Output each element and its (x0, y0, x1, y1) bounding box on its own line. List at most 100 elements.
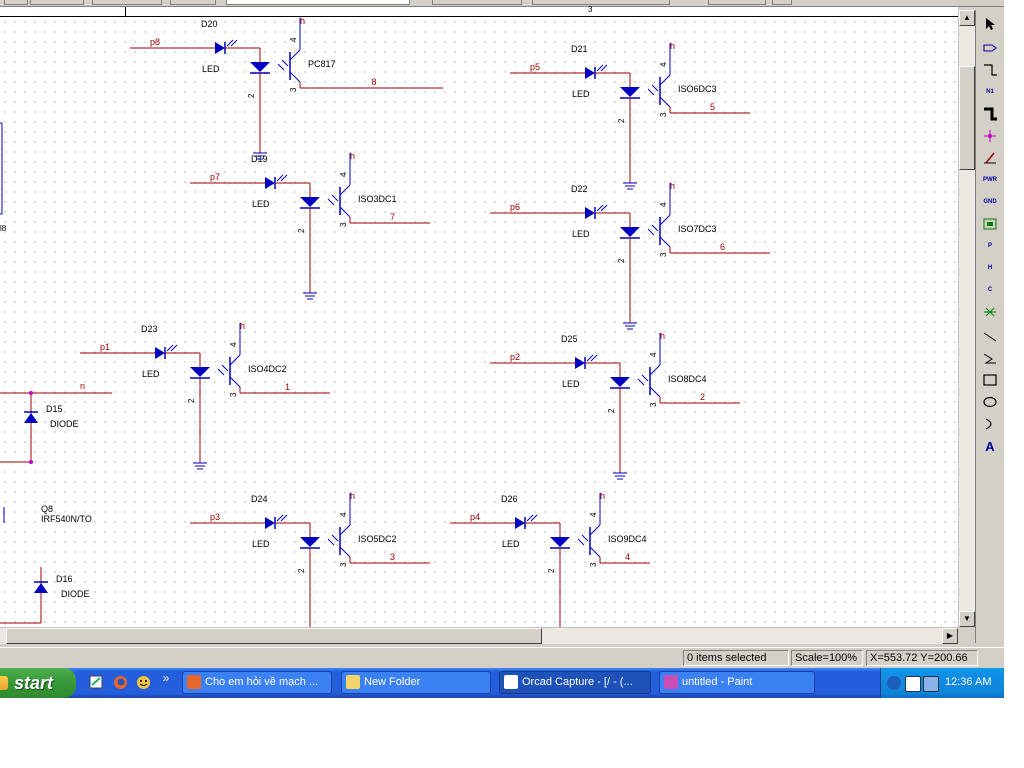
transistor-name: ISO5DC2 (358, 534, 397, 544)
vertical-scroll-thumb[interactable] (959, 66, 975, 170)
ground-symbol (623, 322, 637, 330)
place-line-icon[interactable] (979, 326, 1001, 346)
net-label-p7: p7 (210, 172, 220, 182)
schematic-canvas[interactable]: p8 D20 LED 2 h 4 3 8 PC817 p7 D19 LED 2 h 4 3 7 ISO3DC1 p1… (0, 17, 958, 627)
place-hierarchical-block-icon[interactable] (979, 214, 1001, 234)
place-ground-icon[interactable]: GND (979, 192, 1001, 212)
taskbar-button[interactable]: New Folder (341, 671, 491, 694)
photo-arrow (277, 63, 285, 71)
place-wire-icon[interactable] (979, 60, 1001, 80)
pin-number: 2 (297, 568, 306, 573)
toolbar-button[interactable] (532, 0, 670, 5)
messenger-icon[interactable] (135, 674, 151, 690)
pin-number: 4 (659, 202, 668, 207)
led-label: LED (572, 89, 590, 99)
place-ellipse-icon[interactable] (979, 392, 1001, 412)
taskbar: start » Cho em hỏi về mạch ... New Folder… (0, 668, 1004, 698)
taskbar-button[interactable]: Orcad Capture - [/ - (... (499, 671, 651, 694)
photo-arrow (327, 538, 335, 546)
quicklaunch-overflow-icon[interactable]: » (158, 670, 174, 686)
place-bus-entry-icon[interactable] (979, 148, 1001, 168)
start-button[interactable]: start (0, 668, 76, 698)
vertical-scrollbar[interactable]: ▲ ▼ (958, 10, 975, 627)
toolbar-button[interactable] (30, 0, 84, 5)
status-bar: 0 items selected Scale=100% X=553.72 Y=2… (0, 647, 1004, 668)
transistor-emitter (339, 546, 351, 558)
toolbar-button[interactable] (432, 0, 522, 5)
start-label: start (14, 672, 54, 693)
tool-label: PWR (983, 177, 997, 183)
toolbar-button[interactable] (772, 0, 792, 5)
net-label-n: n (80, 381, 85, 391)
place-off-page-connector-icon[interactable]: C (979, 280, 1001, 300)
rail-label: h (300, 17, 305, 26)
led-diode-symbol (265, 177, 275, 189)
part-combo[interactable] (226, 0, 410, 5)
firefox-icon[interactable] (112, 674, 128, 690)
output-net-label: 5 (710, 102, 715, 112)
place-polyline-icon[interactable] (979, 348, 1001, 368)
opto-led-symbol (300, 197, 320, 207)
place-no-connect-icon[interactable] (979, 302, 1001, 322)
photo-arrow (221, 364, 229, 372)
led-diode-symbol (515, 517, 525, 529)
select-tool-icon[interactable] (979, 14, 1001, 34)
rail-label: h (670, 41, 675, 51)
tray-collapse-icon[interactable] (887, 676, 901, 690)
place-junction-icon[interactable] (979, 126, 1001, 146)
led-label: LED (202, 64, 220, 74)
ground-symbol (623, 182, 637, 190)
pin-number: 2 (247, 93, 256, 98)
photo-arrow (577, 538, 585, 546)
place-pin-icon[interactable]: H (979, 258, 1001, 278)
scale-status: Scale=100% (791, 650, 863, 666)
place-rectangle-icon[interactable] (979, 370, 1001, 390)
led-ref: D26 (501, 494, 518, 504)
led-diode-symbol (265, 517, 275, 529)
led-diode-symbol (585, 67, 595, 79)
windows-logo-icon (0, 676, 8, 690)
transistor-emitter (659, 236, 671, 248)
led-label: LED (572, 229, 590, 239)
selection-status: 0 items selected (683, 650, 789, 666)
led-label: LED (142, 369, 160, 379)
toolbar-button[interactable] (4, 0, 28, 5)
opto-led-symbol (620, 227, 640, 237)
led-diode-symbol (215, 42, 225, 54)
net-label-p5: p5 (530, 62, 540, 72)
transistor-name: PC817 (308, 59, 336, 69)
show-desktop-icon[interactable] (88, 674, 104, 690)
power-stage: n D15 DIODE Q8IRF540N/TO D16 DIODE l8 (0, 122, 112, 624)
place-arc-icon[interactable] (979, 414, 1001, 434)
horizontal-scroll-thumb[interactable] (6, 628, 542, 644)
taskbar-button[interactable]: Cho em hỏi về mạch ... (182, 671, 332, 694)
diode-d16-value: DIODE (61, 589, 90, 599)
tray-app-icon[interactable] (905, 676, 921, 692)
led-label: LED (252, 199, 270, 209)
taskbar-button[interactable]: untitled - Paint (659, 671, 815, 694)
place-text-icon[interactable]: A (979, 436, 1001, 456)
output-net-label: 2 (700, 392, 705, 402)
network-icon[interactable] (923, 676, 939, 692)
place-power-icon[interactable]: PWR (979, 170, 1001, 190)
scroll-up-arrow[interactable]: ▲ (959, 10, 975, 26)
place-bus-icon[interactable] (979, 104, 1001, 124)
optocoupler-iso9dc4: p4 D26 LED 2 h 4 3 4 ISO9DC4 (450, 491, 650, 627)
toolbar-button[interactable] (708, 0, 766, 5)
transistor-collector (339, 524, 351, 536)
transistor-collector (229, 354, 241, 366)
toolbar-button[interactable] (170, 0, 216, 5)
led-diode-symbol (155, 347, 165, 359)
photo-arrow (651, 224, 659, 232)
place-part-icon[interactable] (979, 38, 1001, 58)
toolbar-strip (0, 0, 1004, 7)
transistor-name: ISO8DC4 (668, 374, 707, 384)
scroll-down-arrow[interactable]: ▼ (959, 611, 975, 627)
pin-number: 2 (607, 408, 616, 413)
output-net-label: 1 (285, 382, 290, 392)
place-net-alias-icon[interactable]: N1 (979, 82, 1001, 102)
place-port-icon[interactable]: P (979, 236, 1001, 256)
scroll-right-arrow[interactable]: ▶ (942, 628, 958, 644)
toolbar-button[interactable] (92, 0, 162, 5)
horizontal-scrollbar[interactable]: ▶ (0, 627, 958, 644)
